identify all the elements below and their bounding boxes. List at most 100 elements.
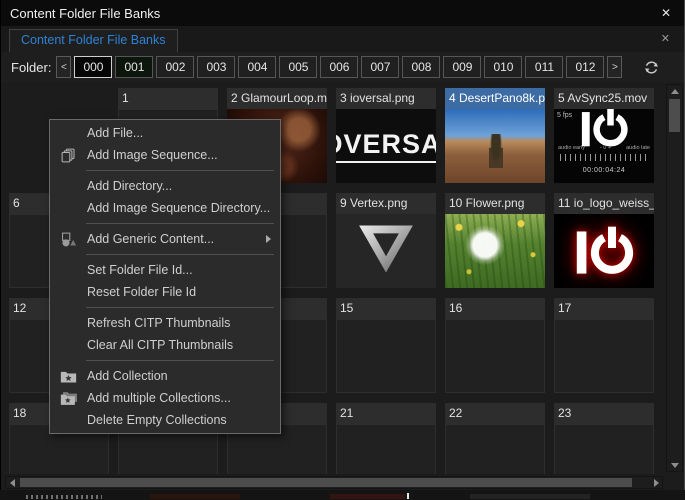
- vertical-scrollbar-thumb[interactable]: [669, 99, 680, 132]
- file-cell-header[interactable]: 2 GlamourLoop.mp4: [227, 88, 327, 109]
- folder-button-004[interactable]: 004: [238, 56, 276, 78]
- menu-item-set-folder-file-id[interactable]: Set Folder File Id...: [50, 259, 280, 281]
- folder-button-006[interactable]: 006: [320, 56, 358, 78]
- menu-item-add-directory[interactable]: Add Directory...: [50, 175, 280, 197]
- file-thumbnail[interactable]: [554, 424, 654, 474]
- file-cell-16[interactable]: 16: [445, 298, 545, 393]
- scroll-down-icon[interactable]: [667, 459, 682, 471]
- refresh-button[interactable]: [640, 56, 662, 78]
- background-detail: [470, 494, 590, 499]
- folder-button-003[interactable]: 003: [197, 56, 235, 78]
- scroll-right-icon[interactable]: [650, 477, 662, 488]
- file-thumbnail[interactable]: [445, 214, 545, 288]
- background-window-sliver: [0, 490, 685, 500]
- context-menu: Add File... Add Image Sequence... Add Dire…: [49, 119, 281, 434]
- tab-close-icon[interactable]: ✕: [661, 32, 670, 45]
- file-cell-header[interactable]: 23: [554, 403, 654, 424]
- folders-star-icon: [50, 390, 87, 407]
- file-cell-header[interactable]: 22: [445, 403, 545, 424]
- menu-item-delete-empty-collections[interactable]: Delete Empty Collections: [50, 409, 280, 431]
- refresh-icon: [643, 59, 660, 76]
- file-cell-header[interactable]: 16: [445, 298, 545, 319]
- menu-item-add-multiple-collections[interactable]: Add multiple Collections...: [50, 387, 280, 409]
- file-thumbnail[interactable]: IOVERSAL: [336, 109, 436, 183]
- menu-item-label: Add Image Sequence...: [87, 148, 218, 162]
- folder-button-005[interactable]: 005: [279, 56, 317, 78]
- window-titlebar[interactable]: Content Folder File Banks ✕: [1, 0, 684, 26]
- file-cell-22[interactable]: 22: [445, 403, 545, 474]
- menu-item-refresh-citp-thumbnails[interactable]: Refresh CITP Thumbnails: [50, 312, 280, 334]
- file-cell-header[interactable]: 3 ioversal.png: [336, 88, 436, 109]
- folder-button-row: 000001002003004005006007008009010011012: [74, 56, 607, 78]
- folder-button-010[interactable]: 010: [484, 56, 522, 78]
- vertical-scrollbar[interactable]: [666, 84, 683, 472]
- file-cell-header[interactable]: 1: [118, 88, 218, 109]
- menu-item-add-generic-content[interactable]: Add Generic Content...: [50, 228, 280, 250]
- audio-early-label: audio early: [558, 145, 585, 151]
- menu-separator: [86, 223, 274, 224]
- menu-separator: [86, 360, 274, 361]
- menu-item-reset-folder-file-id[interactable]: Reset Folder File Id: [50, 281, 280, 303]
- window-close-icon[interactable]: ✕: [657, 6, 675, 20]
- menu-item-add-file[interactable]: Add File...: [50, 122, 280, 144]
- file-thumbnail[interactable]: 5 fpsaudio early- 0 +audio late00:00:04:…: [554, 109, 654, 183]
- file-cell-17[interactable]: 17: [554, 298, 654, 393]
- folder-button-002[interactable]: 002: [156, 56, 194, 78]
- background-detail: [26, 495, 102, 499]
- folder-button-011[interactable]: 011: [525, 56, 563, 78]
- file-cell-header[interactable]: 9 Vertex.png: [336, 193, 436, 214]
- file-cell-15[interactable]: 15: [336, 298, 436, 393]
- file-cell-header[interactable]: 11 io_logo_weiss_re: [554, 193, 654, 214]
- file-thumbnail[interactable]: [554, 319, 654, 393]
- file-cell-header[interactable]: 17: [554, 298, 654, 319]
- tab-content-folder-file-banks[interactable]: Content Folder File Banks: [9, 29, 178, 52]
- background-detail: [150, 494, 240, 499]
- ioversal-logo-text: IOVERSAL: [336, 129, 436, 163]
- folder-button-001[interactable]: 001: [115, 56, 153, 78]
- scroll-left-icon[interactable]: [6, 477, 18, 488]
- menu-item-add-image-sequence-directory[interactable]: Add Image Sequence Directory...: [50, 197, 280, 219]
- file-thumbnail[interactable]: [554, 214, 654, 288]
- file-thumbnail[interactable]: [445, 319, 545, 393]
- folder-next-button[interactable]: >: [607, 56, 622, 78]
- file-cell-header[interactable]: 15: [336, 298, 436, 319]
- io-power-logo-icon: [578, 109, 630, 149]
- menu-separator: [86, 170, 274, 171]
- scroll-up-icon[interactable]: [667, 85, 682, 97]
- menu-item-add-image-sequence[interactable]: Add Image Sequence...: [50, 144, 280, 166]
- horizontal-scrollbar-thumb[interactable]: [20, 478, 632, 487]
- generic-content-icon: [50, 231, 87, 248]
- tab-label: Content Folder File Banks: [21, 33, 166, 47]
- menu-item-clear-all-citp-thumbnails[interactable]: Clear All CITP Thumbnails: [50, 334, 280, 356]
- horizontal-scrollbar[interactable]: [5, 476, 663, 489]
- file-thumbnail[interactable]: [336, 319, 436, 393]
- submenu-arrow-icon: [266, 235, 271, 243]
- menu-item-add-collection[interactable]: Add Collection: [50, 365, 280, 387]
- folder-button-012[interactable]: 012: [566, 56, 604, 78]
- file-thumbnail[interactable]: [336, 424, 436, 474]
- file-cell-5[interactable]: 5 AvSync25.mov5 fpsaudio early- 0 +audio…: [554, 88, 654, 183]
- file-cell-header[interactable]: 4 DesertPano8k.png: [445, 88, 545, 109]
- folder-button-008[interactable]: 008: [402, 56, 440, 78]
- file-cell-4[interactable]: 4 DesertPano8k.png: [445, 88, 545, 183]
- vertex-logo-icon: [358, 224, 414, 279]
- file-cell-3[interactable]: 3 ioversal.png IOVERSAL: [336, 88, 436, 183]
- folder-button-007[interactable]: 007: [361, 56, 399, 78]
- menu-item-label: Add File...: [87, 126, 143, 140]
- folder-button-000[interactable]: 000: [74, 56, 112, 78]
- folder-prev-button[interactable]: <: [56, 56, 71, 78]
- file-thumbnail[interactable]: [445, 109, 545, 183]
- sync-tick-scale: [560, 154, 648, 161]
- file-cell-21[interactable]: 21: [336, 403, 436, 474]
- file-cell-header[interactable]: 21: [336, 403, 436, 424]
- io-power-logo-icon: [572, 224, 636, 277]
- file-cell-11[interactable]: 11 io_logo_weiss_re: [554, 193, 654, 288]
- file-cell-header[interactable]: 10 Flower.png: [445, 193, 545, 214]
- file-cell-header[interactable]: 5 AvSync25.mov: [554, 88, 654, 109]
- folder-button-009[interactable]: 009: [443, 56, 481, 78]
- file-thumbnail[interactable]: [336, 214, 436, 288]
- file-cell-9[interactable]: 9 Vertex.png: [336, 193, 436, 288]
- file-cell-10[interactable]: 10 Flower.png: [445, 193, 545, 288]
- file-thumbnail[interactable]: [445, 424, 545, 474]
- file-cell-23[interactable]: 23: [554, 403, 654, 474]
